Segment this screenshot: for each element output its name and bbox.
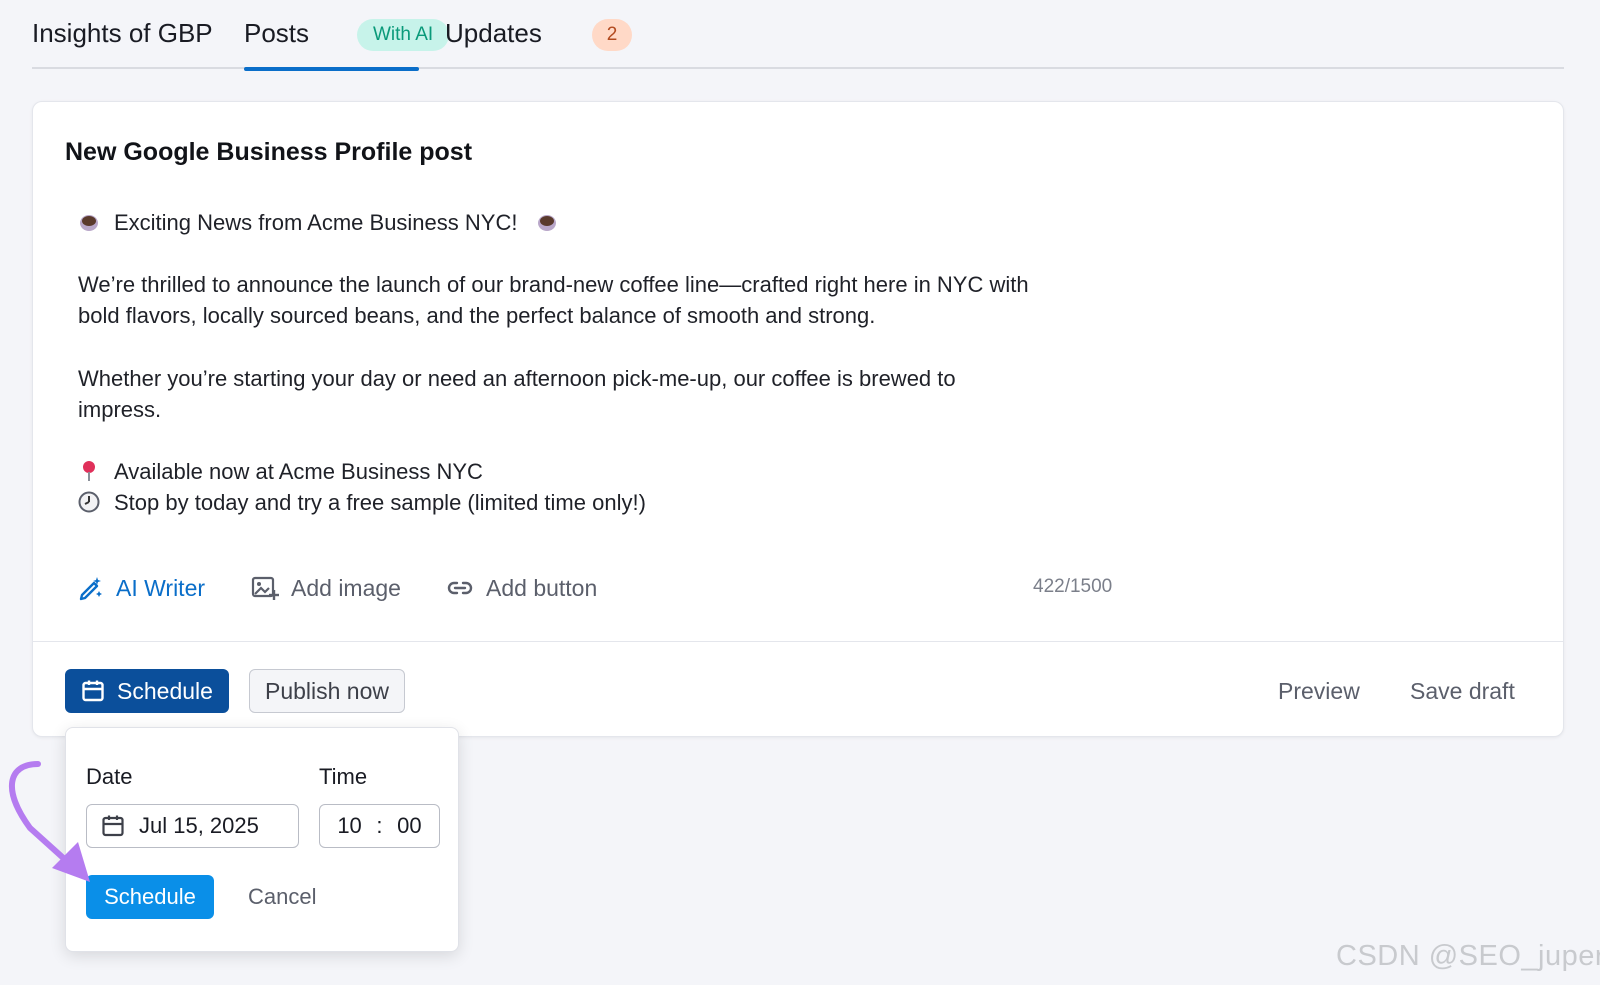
card-divider: [33, 641, 1563, 642]
schedule-popover: Date Time Jul 15, 2025 10 : 00 Schedule …: [65, 727, 459, 952]
date-value: Jul 15, 2025: [139, 813, 259, 838]
post-promo-line[interactable]: Stop by today and try a free sample (lim…: [78, 487, 1138, 519]
ai-writer-button[interactable]: AI Writer: [78, 572, 205, 604]
add-image-icon: [251, 576, 279, 600]
clock-icon: [78, 491, 100, 513]
post-paragraph-line[interactable]: Whether you’re starting your day or need…: [78, 363, 1138, 395]
time-label: Time: [319, 764, 368, 789]
preview-button[interactable]: Preview: [1278, 678, 1360, 705]
add-button-button[interactable]: Add button: [446, 572, 597, 604]
watermark: CSDN @SEO_juper: [1336, 940, 1600, 972]
time-separator: :: [376, 813, 383, 838]
pin-icon: [83, 461, 95, 481]
link-icon: [447, 581, 473, 595]
annotation-arrow-icon: [8, 761, 90, 882]
ai-writer-label: AI Writer: [116, 574, 206, 601]
with-ai-badge: With AI: [357, 19, 450, 51]
schedule-button-label: Schedule: [117, 677, 213, 704]
post-promo-text: Stop by today and try a free sample (lim…: [114, 490, 646, 515]
post-location-text: Available now at Acme Business NYC: [114, 459, 483, 484]
coffee-icon: [80, 215, 98, 231]
post-paragraph-line[interactable]: bold flavors, locally sourced beans, and…: [78, 300, 1138, 332]
add-image-label: Add image: [291, 574, 401, 601]
ai-writer-icon: [79, 577, 102, 601]
post-headline: Exciting News from Acme Business NYC!: [114, 210, 518, 235]
tab-bar: Insights of GBP Posts With AI Updates 2: [32, 0, 1564, 71]
tab-posts[interactable]: Posts: [244, 18, 420, 71]
date-picker-input[interactable]: Jul 15, 2025: [86, 804, 299, 848]
post-paragraph-line[interactable]: We’re thrilled to announce the launch of…: [78, 269, 1138, 301]
card-title: New Google Business Profile post: [65, 138, 473, 166]
tab-updates[interactable]: Updates: [445, 18, 542, 69]
time-input: 10 : 00: [319, 804, 440, 848]
time-minute-field[interactable]: 00: [397, 813, 421, 839]
post-paragraph-line[interactable]: impress.: [78, 394, 1138, 426]
coffee-icon: [537, 215, 556, 231]
calendar-icon: [82, 680, 104, 702]
add-image-button[interactable]: Add image: [251, 572, 401, 604]
time-hour-field[interactable]: 10: [337, 813, 361, 839]
cancel-button[interactable]: Cancel: [248, 884, 316, 910]
add-button-label: Add button: [486, 574, 598, 601]
post-location-line[interactable]: Available now at Acme Business NYC: [78, 456, 1138, 488]
post-editor-card: New Google Business Profile post Excitin…: [32, 101, 1564, 737]
post-headline-line[interactable]: Exciting News from Acme Business NYC!: [78, 207, 1138, 239]
updates-count-badge: 2: [592, 19, 632, 51]
publish-now-button[interactable]: Publish now: [249, 669, 405, 713]
character-counter: 422/1500: [1033, 576, 1113, 597]
save-draft-button[interactable]: Save draft: [1410, 678, 1515, 705]
schedule-button[interactable]: Schedule: [65, 669, 229, 713]
tab-insights-of-gbp[interactable]: Insights of GBP: [32, 18, 213, 69]
